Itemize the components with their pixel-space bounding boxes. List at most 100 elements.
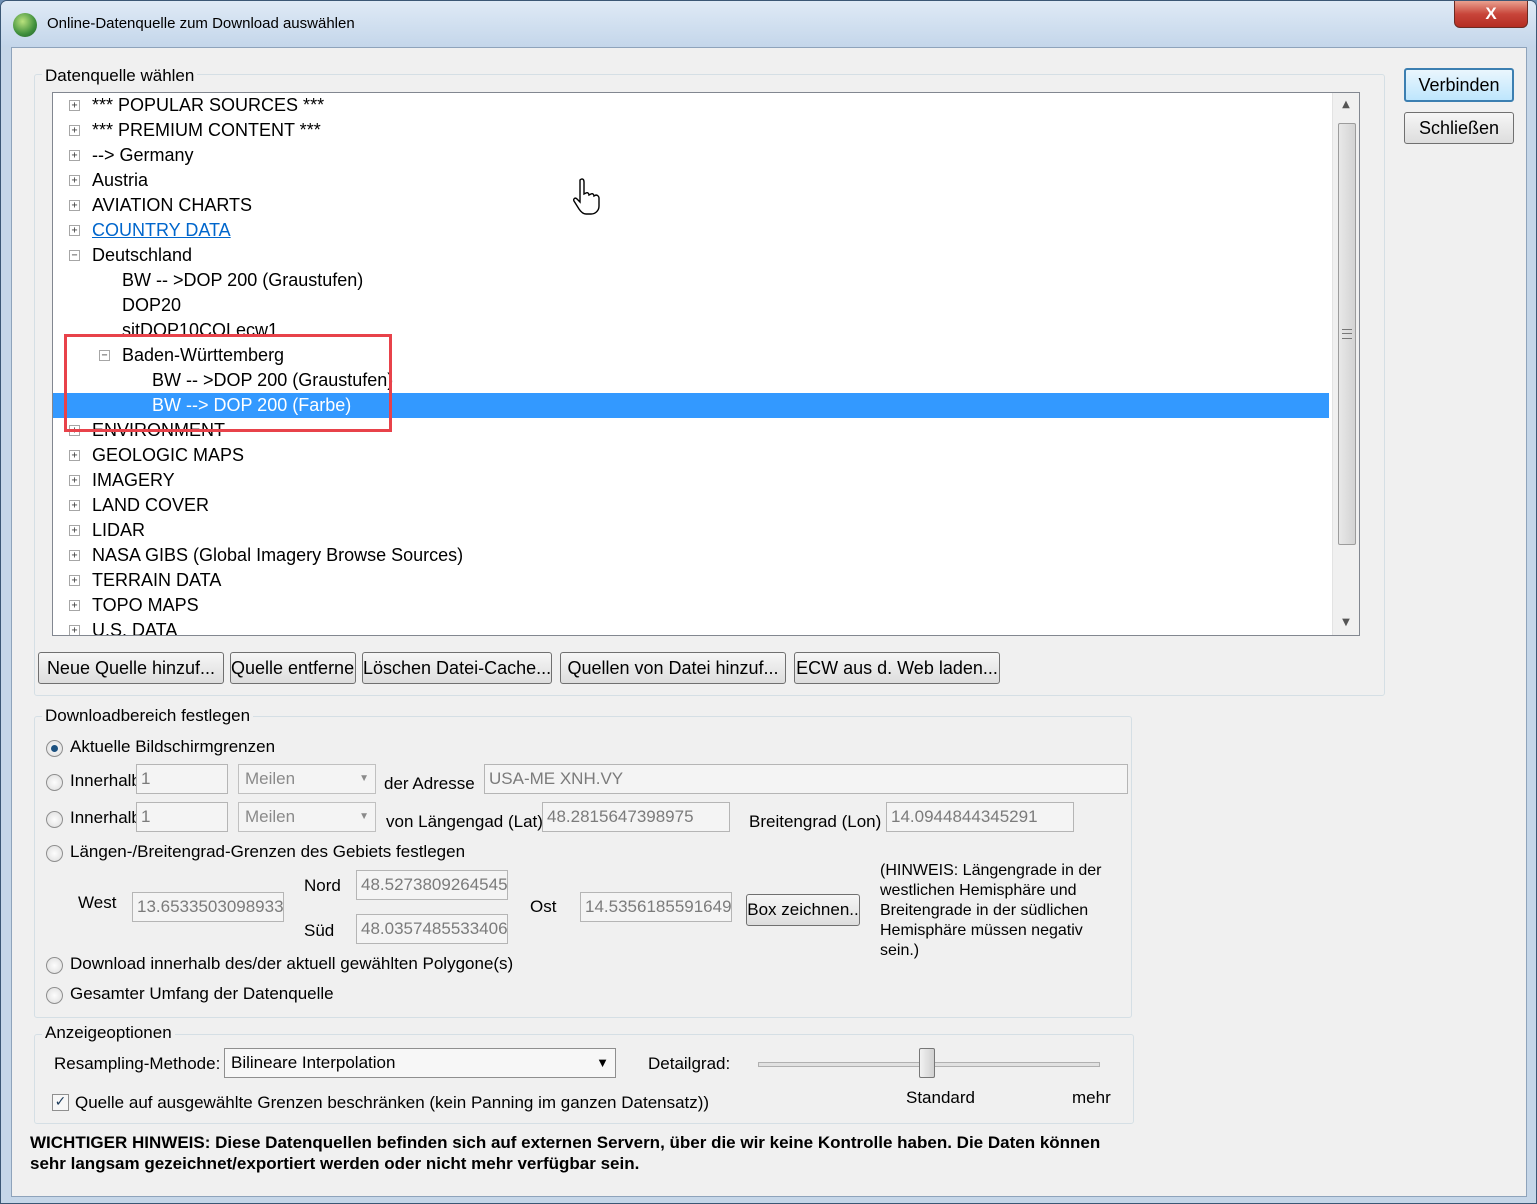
tree-item-label: NASA GIBS (Global Imagery Browse Sources… [92,545,464,565]
expand-icon[interactable]: + [69,600,80,611]
within-latlon-radio[interactable] [46,811,63,828]
expand-icon[interactable]: + [69,575,80,586]
tree-item-nasa-gibs[interactable]: + NASA GIBS (Global Imagery Browse Sourc… [53,543,1329,568]
lat-input[interactable]: 48.2815647398975 [542,802,730,832]
expand-icon[interactable]: + [69,150,80,161]
connect-button[interactable]: Verbinden [1404,68,1514,102]
tree-item-label: BW -- >DOP 200 (Graustufen) [122,270,364,290]
tree-item-austria[interactable]: + Austria [53,168,1329,193]
draw-box-button[interactable]: Box zeichnen.. [746,894,860,926]
tree-item-dop20[interactable]: DOP20 [53,293,1329,318]
within-address-radio[interactable] [46,774,63,791]
tree-item-label: LIDAR [92,520,146,540]
tree-item-label: AVIATION CHARTS [92,195,253,215]
load-ecw-button[interactable]: ECW aus d. Web laden... [794,652,1000,684]
add-from-file-button[interactable]: Quellen von Datei hinzuf... [560,652,786,684]
tree-item-popular-sources[interactable]: + *** POPULAR SOURCES *** [53,93,1329,118]
address-input[interactable]: USA-ME XNH.VY [484,764,1128,794]
expand-icon[interactable]: + [69,175,80,186]
polygon-radio[interactable] [46,957,63,974]
tree-item-terrain-data[interactable]: + TERRAIN DATA [53,568,1329,593]
resampling-label: Resampling-Methode: [54,1054,221,1073]
tree-item-imagery[interactable]: + IMAGERY [53,468,1329,493]
screen-bounds-radio[interactable] [46,740,63,757]
tree-item-topo-maps[interactable]: + TOPO MAPS [53,593,1329,618]
screen-bounds-label: Aktuelle Bildschirmgrenzen [70,737,276,756]
within-latlon-label: Innerhalb [70,808,141,827]
close-button[interactable]: Schließen [1404,112,1514,144]
download-area-group-label: Downloadbereich festlegen [42,706,254,726]
full-extent-radio[interactable] [46,987,63,1004]
tree-item-label: IMAGERY [92,470,175,490]
tree-item-geologic-maps[interactable]: + GEOLOGIC MAPS [53,443,1329,468]
tree-item-label: LAND COVER [92,495,210,515]
resampling-select[interactable]: Bilineare Interpolation ▼ [224,1048,616,1078]
hand-cursor-icon [573,178,600,215]
slider-more-label: mehr [1072,1088,1111,1107]
expand-icon[interactable]: + [69,450,80,461]
west-input[interactable]: 13.6533503098933 [132,892,284,922]
tree-item-deutschland[interactable]: − Deutschland [53,243,1329,268]
expand-icon[interactable]: + [69,225,80,236]
grip-icon [1342,329,1352,339]
collapse-icon[interactable]: − [69,250,80,261]
lon-label: Breitengrad (Lon) [749,812,882,831]
expand-icon[interactable]: + [69,500,80,511]
tree-item-land-cover[interactable]: + LAND COVER [53,493,1329,518]
tree-item-label: U.S. DATA [92,620,178,636]
tree-item-aviation-charts[interactable]: + AVIATION CHARTS [53,193,1329,218]
hemisphere-hint: (HINWEIS: Längengrade in der westlichen … [880,862,1102,959]
tree-item-bw-dop200-grey[interactable]: BW -- >DOP 200 (Graustufen) [53,268,1329,293]
scroll-up-icon[interactable]: ▲ [1333,93,1359,117]
west-label: West [78,893,117,912]
expand-icon[interactable]: + [69,475,80,486]
bounds-radio[interactable] [46,845,63,862]
close-window-button[interactable]: X [1454,1,1528,28]
datasource-group-label: Datenquelle wählen [42,66,198,86]
address-unit-value: Meilen [245,769,296,788]
expand-icon[interactable]: + [69,125,80,136]
window-title: Online-Datenquelle zum Download auswähle… [47,15,355,32]
tree-item-label: DOP20 [122,295,182,315]
clear-cache-button[interactable]: Löschen Datei-Cache... [362,652,552,684]
detail-slider-thumb[interactable] [919,1048,935,1078]
scroll-down-icon[interactable]: ▼ [1333,611,1359,635]
tree-scrollbar[interactable]: ▲ ▼ [1332,93,1359,635]
latlon-distance-input[interactable]: 1 [136,802,228,832]
expand-icon[interactable]: + [69,625,80,635]
address-distance-input[interactable]: 1 [136,764,228,794]
tree-item-label: TOPO MAPS [92,595,199,615]
dialog-client-area: Datenquelle wählen + *** POPULAR SOURCES… [11,47,1527,1197]
remove-source-button[interactable]: Quelle entfernen [230,652,356,684]
add-source-button[interactable]: Neue Quelle hinzuf... [38,652,224,684]
tree-item-label: --> Germany [92,145,194,165]
dropdown-arrow-icon: ▼ [359,773,369,784]
expand-icon[interactable]: + [69,100,80,111]
tree-item-label: Deutschland [92,245,193,265]
tree-item-country-data[interactable]: + COUNTRY DATA [53,218,1329,243]
important-notice: WICHTIGER HINWEIS: Diese Datenquellen be… [30,1133,1101,1173]
tree-item-germany[interactable]: + --> Germany [53,143,1329,168]
title-bar: Online-Datenquelle zum Download auswähle… [1,1,1536,47]
scroll-thumb[interactable] [1338,123,1356,545]
within-address-label: Innerhalb [70,771,141,790]
latlon-unit-select[interactable]: Meilen ▼ [238,802,376,832]
expand-icon[interactable]: + [69,200,80,211]
display-options-group-label: Anzeigeoptionen [42,1023,175,1043]
expand-icon[interactable]: + [69,550,80,561]
tree-item-us-data[interactable]: + U.S. DATA [53,618,1329,636]
address-label: der Adresse [384,774,475,793]
north-label: Nord [304,876,341,895]
address-unit-select[interactable]: Meilen ▼ [238,764,376,794]
lon-input[interactable]: 14.0944844345291 [886,802,1074,832]
tree-item-lidar[interactable]: + LIDAR [53,518,1329,543]
expand-icon[interactable]: + [69,525,80,536]
bounds-label: Längen-/Breitengrad-Grenzen des Gebiets … [70,842,466,861]
north-input[interactable]: 48.5273809264545 [356,870,508,900]
tree-item-premium-content[interactable]: + *** PREMIUM CONTENT *** [53,118,1329,143]
globe-app-icon [13,13,37,37]
restrict-bounds-checkbox[interactable]: ✓ [52,1094,69,1111]
east-input[interactable]: 14.5356185591649 [580,892,732,922]
south-label: Süd [304,921,335,940]
south-input[interactable]: 48.0357485533406 [356,914,508,944]
